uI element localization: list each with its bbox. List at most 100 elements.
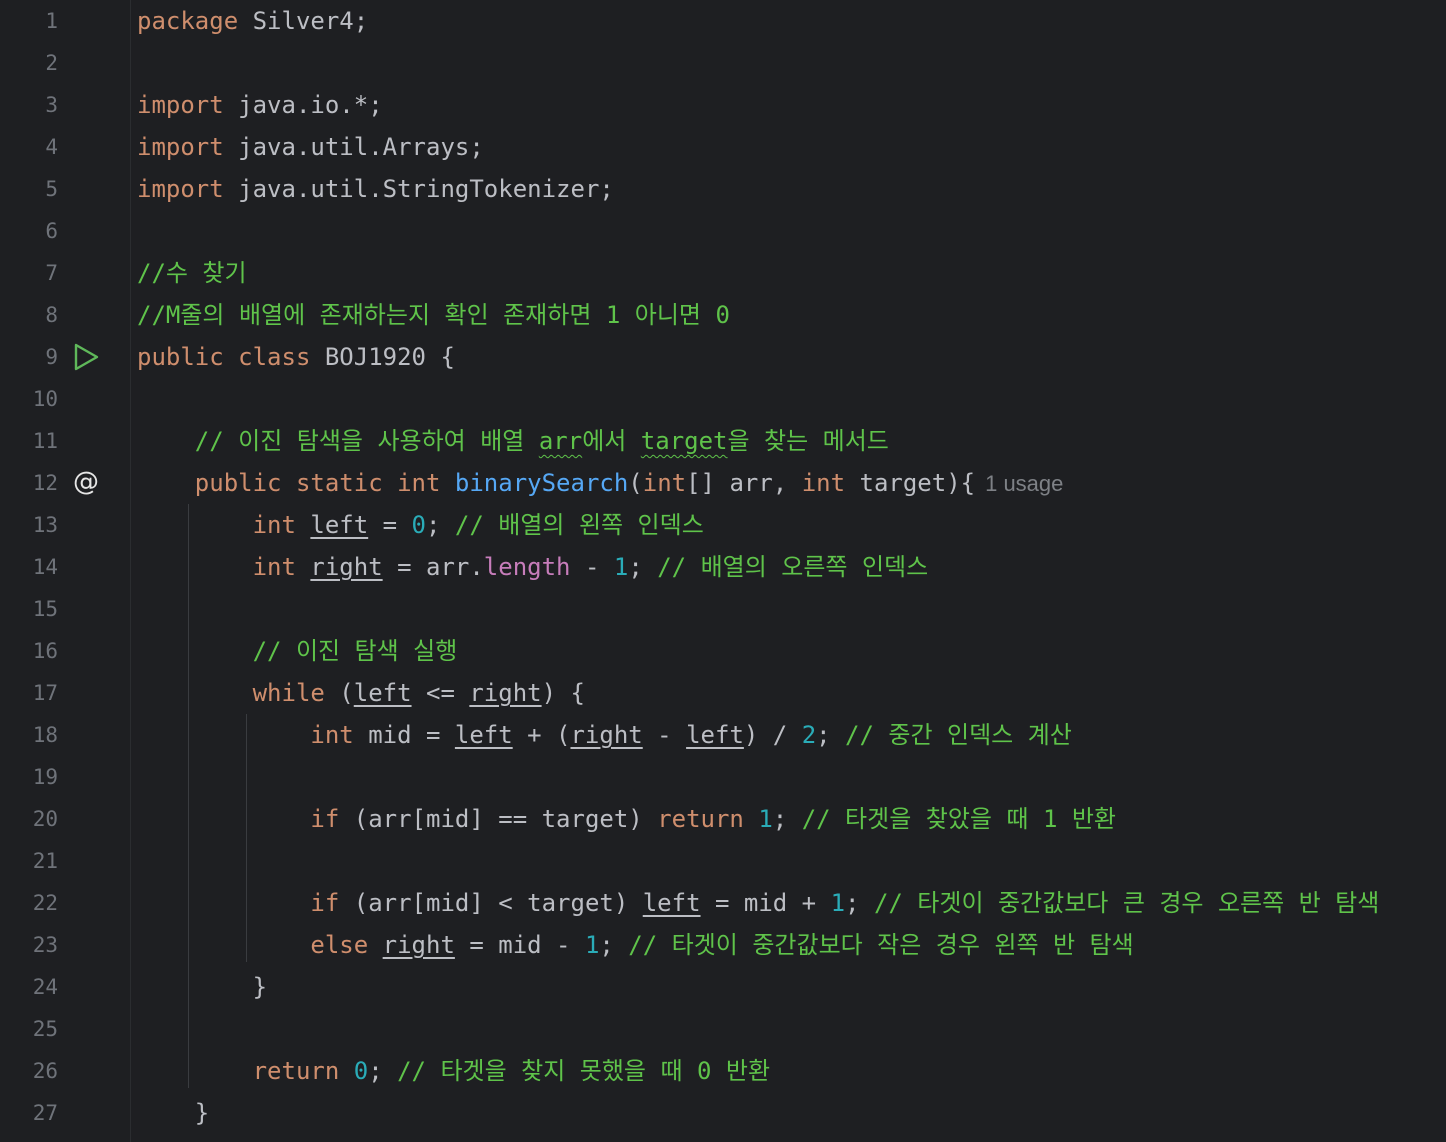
code-line[interactable]: 16 // 이진 탐색 실행 — [0, 630, 1446, 672]
code-text[interactable]: //M줄의 배열에 존재하는지 확인 존재하면 1 아니면 0 — [137, 298, 730, 332]
code-token: // 배열의 왼쪽 인덱스 — [454, 511, 704, 539]
line-number[interactable]: 19 — [0, 762, 58, 792]
code-text[interactable]: import java.util.Arrays; — [137, 130, 484, 164]
code-token: 1 — [758, 805, 773, 833]
code-text[interactable]: } — [137, 970, 267, 1004]
code-text[interactable]: import java.io.*; — [137, 88, 383, 122]
code-line[interactable]: 6 — [0, 210, 1446, 252]
code-text[interactable]: int right = arr.length - 1; // 배열의 오른쪽 인… — [137, 550, 929, 584]
line-number[interactable]: 24 — [0, 972, 58, 1002]
line-number[interactable]: 2 — [0, 48, 58, 78]
code-token: public — [137, 343, 239, 371]
code-line[interactable]: 20 if (arr[mid] == target) return 1; // … — [0, 798, 1446, 840]
code-line[interactable]: 21 — [0, 840, 1446, 882]
code-text[interactable]: public class BOJ1920 { — [137, 340, 455, 374]
code-token: = arr. — [382, 553, 484, 581]
code-token: public — [137, 469, 296, 497]
code-text[interactable]: import java.util.StringTokenizer; — [137, 172, 614, 206]
code-line[interactable]: 15 — [0, 588, 1446, 630]
line-number[interactable]: 23 — [0, 930, 58, 960]
line-number[interactable]: 15 — [0, 594, 58, 624]
code-text[interactable]: else right = mid - 1; // 타겟이 중간값보다 작은 경우… — [137, 928, 1133, 962]
code-token: class — [238, 343, 325, 371]
code-text[interactable]: return 0; // 타겟을 찾지 못했을 때 0 반환 — [137, 1054, 770, 1088]
code-line[interactable]: 25 — [0, 1008, 1446, 1050]
code-text[interactable]: //수 찾기 — [137, 256, 247, 290]
code-token: left — [310, 511, 369, 539]
code-token: 0 — [411, 511, 426, 539]
line-number[interactable]: 10 — [0, 384, 58, 414]
line-number[interactable]: 20 — [0, 804, 58, 834]
code-text[interactable]: package Silver4; — [137, 4, 368, 38]
code-text[interactable]: int left = 0; // 배열의 왼쪽 인덱스 — [137, 508, 704, 542]
code-line[interactable]: 12 @ public static int binarySearch(int[]… — [0, 462, 1446, 504]
code-line[interactable]: 14 int right = arr.length - 1; // 배열의 오른… — [0, 546, 1446, 588]
line-number[interactable]: 8 — [0, 300, 58, 330]
code-token: ; — [816, 721, 846, 749]
line-number[interactable]: 1 — [0, 6, 58, 36]
code-text[interactable]: } — [137, 1096, 209, 1130]
code-text[interactable]: if (arr[mid] == target) return 1; // 타겟을… — [137, 802, 1116, 836]
code-text[interactable]: // 이진 탐색 실행 — [137, 634, 458, 668]
code-token: } — [137, 973, 268, 1001]
code-text[interactable]: int mid = left + (right - left) / 2; // … — [137, 718, 1071, 752]
line-number[interactable]: 3 — [0, 90, 58, 120]
code-line[interactable]: 7 //수 찾기 — [0, 252, 1446, 294]
code-line[interactable]: 1 package Silver4; — [0, 0, 1446, 42]
run-icon[interactable] — [70, 341, 102, 373]
code-line[interactable]: 10 — [0, 378, 1446, 420]
code-token: // 배열의 오른쪽 인덱스 — [657, 553, 929, 581]
code-editor[interactable]: 1 package Silver4; 2 3 import java.io.*; 4 imp… — [0, 0, 1446, 1142]
code-text[interactable]: if (arr[mid] < target) left = mid + 1; /… — [137, 886, 1379, 920]
code-line[interactable]: 9 public class BOJ1920 { — [0, 336, 1446, 378]
code-line[interactable]: 19 — [0, 756, 1446, 798]
code-line[interactable]: 23 else right = mid - 1; // 타겟이 중간값보다 작은… — [0, 924, 1446, 966]
line-number[interactable]: 4 — [0, 132, 58, 162]
line-number[interactable]: 12 — [0, 468, 58, 498]
line-number[interactable]: 18 — [0, 720, 58, 750]
line-number[interactable]: 5 — [0, 174, 58, 204]
code-token: target — [640, 427, 728, 455]
line-number[interactable]: 14 — [0, 552, 58, 582]
code-line[interactable]: 8 //M줄의 배열에 존재하는지 확인 존재하면 1 아니면 0 — [0, 294, 1446, 336]
line-number[interactable]: 27 — [0, 1098, 58, 1128]
code-line[interactable]: 26 return 0; // 타겟을 찾지 못했을 때 0 반환 — [0, 1050, 1446, 1092]
code-line[interactable]: 22 if (arr[mid] < target) left = mid + 1… — [0, 882, 1446, 924]
line-number[interactable]: 13 — [0, 510, 58, 540]
line-number[interactable]: 22 — [0, 888, 58, 918]
implementation-icon[interactable]: @ — [70, 467, 102, 499]
code-line[interactable]: 18 int mid = left + (right - left) / 2; … — [0, 714, 1446, 756]
usage-hint[interactable]: 1 usage — [985, 471, 1063, 496]
code-line[interactable]: 13 int left = 0; // 배열의 왼쪽 인덱스 — [0, 504, 1446, 546]
code-token: ; — [599, 931, 629, 959]
code-token: target){ — [859, 469, 976, 497]
line-number[interactable]: 26 — [0, 1056, 58, 1086]
code-text[interactable]: // 이진 탐색을 사용하여 배열 arr에서 target을 찾는 메서드 — [137, 424, 889, 458]
code-token: = mid - — [454, 931, 585, 959]
code-token: // 이진 탐색 실행 — [137, 637, 458, 665]
code-line[interactable]: 11 // 이진 탐색을 사용하여 배열 arr에서 target을 찾는 메서… — [0, 420, 1446, 462]
code-line[interactable]: 27 } — [0, 1092, 1446, 1134]
code-line[interactable]: 5 import java.util.StringTokenizer; — [0, 168, 1446, 210]
code-token: //수 찾기 — [137, 259, 247, 287]
line-number[interactable]: 11 — [0, 426, 58, 456]
code-token: arr — [538, 427, 583, 455]
code-token: int — [310, 721, 369, 749]
line-number[interactable]: 7 — [0, 258, 58, 288]
code-line[interactable]: 4 import java.util.Arrays; — [0, 126, 1446, 168]
line-number[interactable]: 6 — [0, 216, 58, 246]
code-text[interactable]: public static int binarySearch(int[] arr… — [137, 466, 1064, 501]
code-token: import — [137, 133, 239, 161]
line-number[interactable]: 9 — [0, 342, 58, 372]
code-line[interactable]: 3 import java.io.*; — [0, 84, 1446, 126]
code-line[interactable]: 2 — [0, 42, 1446, 84]
code-token: length — [483, 553, 571, 581]
line-number[interactable]: 17 — [0, 678, 58, 708]
code-text[interactable]: while (left <= right) { — [137, 676, 585, 710]
line-number[interactable]: 25 — [0, 1014, 58, 1044]
code-line[interactable]: 17 while (left <= right) { — [0, 672, 1446, 714]
line-number[interactable]: 16 — [0, 636, 58, 666]
line-number[interactable]: 21 — [0, 846, 58, 876]
code-token: right — [382, 931, 455, 959]
code-line[interactable]: 24 } — [0, 966, 1446, 1008]
